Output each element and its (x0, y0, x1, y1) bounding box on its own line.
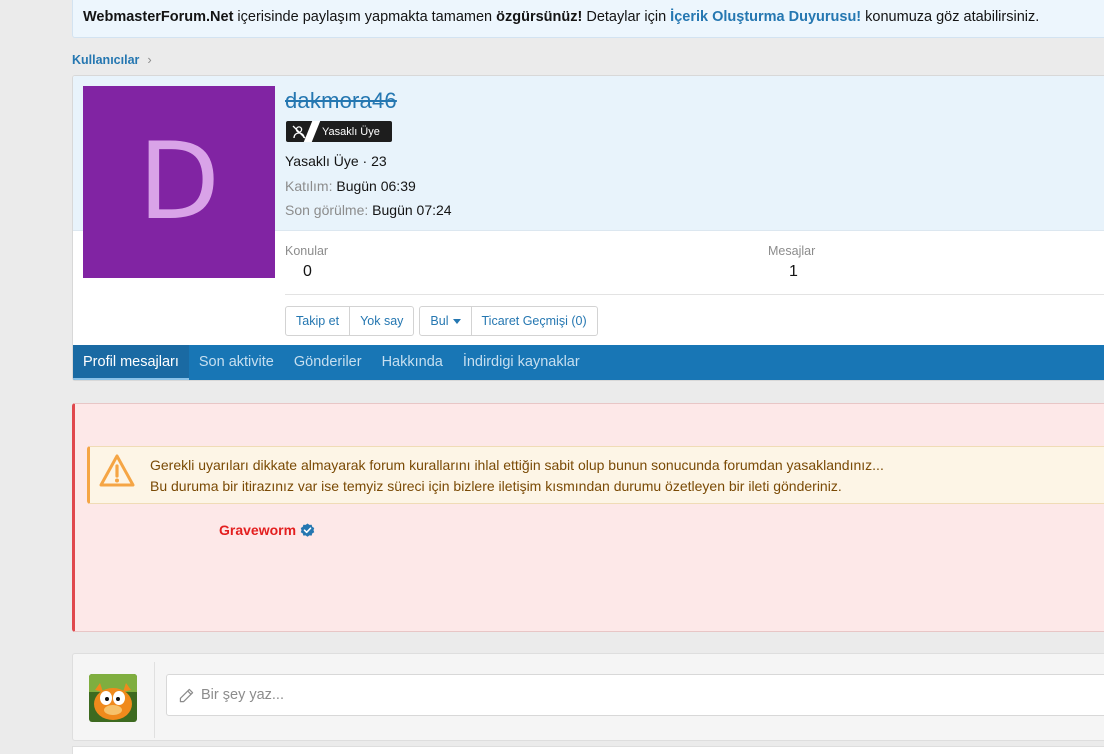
find-trade-group: Bul Ticaret Geçmişi (0) (419, 306, 598, 336)
notice-text-1: içerisinde paylaşım yapmakta tamamen (233, 9, 497, 25)
tab-about[interactable]: Hakkında (372, 345, 453, 380)
stat-topics-label: Konular (285, 244, 329, 258)
profile-avatar[interactable]: D (83, 86, 275, 278)
last-seen-label: Son görülme: (285, 202, 369, 218)
trade-history-button[interactable]: Ticaret Geçmişi (0) (470, 307, 597, 335)
ban-line-1: Gerekli uyarıları dikkate almayarak foru… (150, 457, 884, 473)
ban-warning: Gerekli uyarıları dikkate almayarak foru… (87, 446, 1104, 504)
avatar-letter: D (138, 120, 220, 243)
stat-messages[interactable]: Mesajlar 1 (768, 244, 815, 281)
follow-ignore-group: Takip et Yok say (285, 306, 415, 336)
tab-downloaded-resources[interactable]: İndirdigi kaynaklar (453, 345, 590, 380)
divider (154, 662, 155, 738)
stat-topics-value: 0 (303, 263, 312, 280)
joined-value: Bugün 06:39 (336, 178, 416, 194)
current-user-avatar[interactable] (89, 674, 137, 722)
ban-line-2: Bu duruma bir itirazınız var ise temyiz … (150, 478, 842, 494)
profile-post-input[interactable]: Bir şey yaz... (166, 674, 1104, 716)
profile-actions: Takip et Yok say Bul Ticaret Geçmişi (0) (285, 306, 598, 336)
find-menu-button[interactable]: Bul (420, 307, 470, 335)
divider (285, 294, 1104, 295)
joined-info: Katılım: Bugün 06:39 (285, 178, 416, 194)
tab-profile-posts[interactable]: Profil mesajları (73, 345, 189, 380)
last-seen-info: Son görülme: Bugün 07:24 (285, 202, 452, 218)
banned-user-icon (286, 121, 312, 142)
notice-text-2: Detaylar için (582, 9, 671, 25)
notice-site-name: WebmasterForum.Net (83, 9, 234, 25)
tab-latest-activity[interactable]: Son aktivite (189, 345, 284, 380)
warning-icon (99, 454, 135, 487)
profile-post-placeholder: Bir şey yaz... (201, 687, 284, 703)
banned-badge-label: Yasaklı Üye (322, 125, 380, 138)
notice-link[interactable]: İçerik Oluşturma Duyurusu! (670, 9, 861, 25)
caret-down-icon (452, 319, 461, 325)
breadcrumb-users[interactable]: Kullanıcılar (72, 53, 139, 67)
verified-badge-icon (300, 522, 315, 537)
stat-messages-value: 1 (789, 263, 798, 280)
notice-text-3: konumuza göz atabilirsiniz. (861, 9, 1040, 25)
joined-label: Katılım: (285, 178, 333, 194)
next-content-edge (72, 746, 1104, 754)
tab-postings[interactable]: Gönderiler (284, 345, 372, 380)
ignore-button[interactable]: Yok say (349, 307, 413, 335)
signature: Graveworm (219, 522, 315, 538)
ban-message-box: Gerekli uyarıları dikkate almayarak foru… (72, 403, 1104, 632)
profile-card: D dakmora46 Yasaklı Üye Yasaklı Üye · 23… (72, 75, 1104, 381)
profile-username[interactable]: dakmora46 (285, 88, 397, 114)
stat-topics[interactable]: Konular 0 (285, 244, 328, 281)
user-title-line: Yasaklı Üye · 23 (285, 153, 387, 169)
chevron-right-icon: › (147, 52, 152, 67)
banned-badge: Yasaklı Üye (286, 121, 392, 142)
find-button-label: Bul (430, 314, 449, 328)
signature-name[interactable]: Graveworm (219, 522, 296, 538)
site-notice: WebmasterForum.Net içerisinde paylaşım y… (72, 0, 1104, 38)
profile-post-form: Bir şey yaz... (72, 653, 1104, 741)
stat-messages-label: Mesajlar (768, 244, 816, 258)
ban-warning-text: Gerekli uyarıları dikkate almayarak foru… (150, 455, 884, 497)
breadcrumb: Kullanıcılar › (72, 52, 152, 67)
notice-bold: özgürsünüz! (496, 9, 583, 25)
last-seen-value: Bugün 07:24 (372, 202, 452, 218)
profile-tabs: Profil mesajları Son aktivite Gönderiler… (73, 345, 1104, 380)
pencil-icon (179, 688, 194, 702)
follow-button[interactable]: Takip et (286, 307, 349, 335)
